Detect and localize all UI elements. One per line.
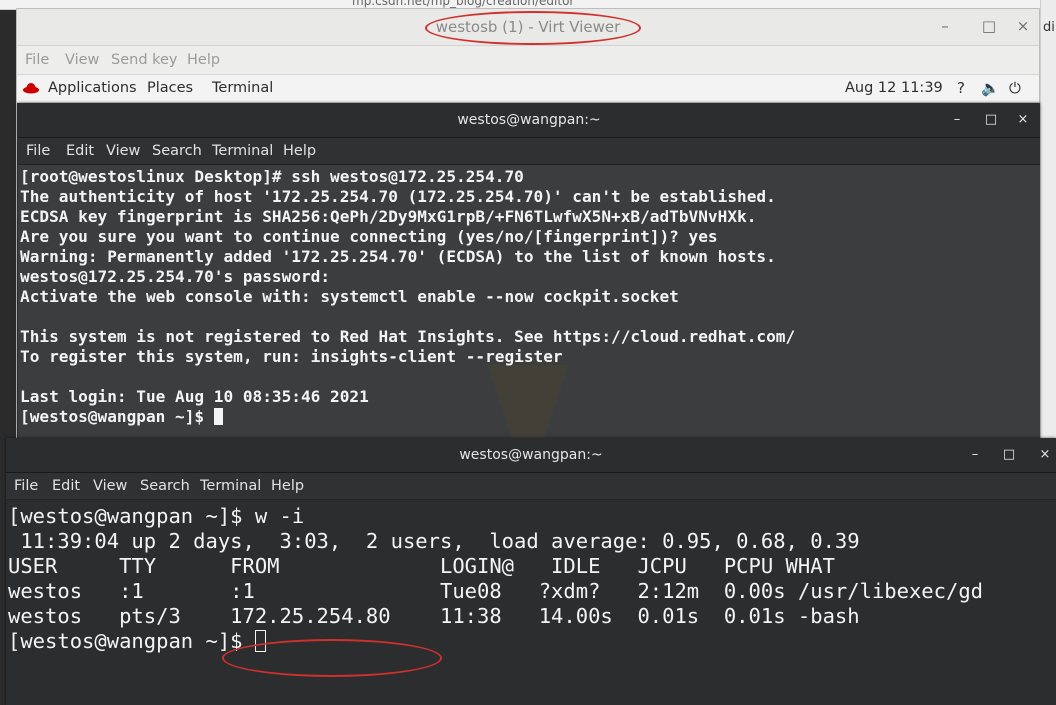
inner-close-button[interactable]: ×	[1014, 103, 1032, 137]
inner-menu-view[interactable]: View	[106, 143, 140, 159]
outer-menu-terminal[interactable]: Terminal	[200, 478, 261, 494]
terminal-line: To register this system, run: insights-c…	[20, 347, 563, 366]
terminal-line: This system is not registered to Red Hat…	[20, 327, 796, 346]
outer-menu-view[interactable]: View	[93, 478, 127, 494]
terminal-line: ECDSA key fingerprint is SHA256:QePh/2Dy…	[20, 207, 757, 226]
outer-maximize-button[interactable]: □	[1000, 438, 1018, 472]
menu-file[interactable]: File	[25, 52, 49, 68]
terminal-menu[interactable]: Terminal	[212, 80, 273, 96]
inner-menu-help[interactable]: Help	[283, 143, 316, 159]
desktop-logo-watermark	[488, 365, 568, 440]
outer-terminal-titlebar[interactable]: westos@wangpan:~ – □ ×	[6, 438, 1056, 473]
inner-terminal-output[interactable]: [root@westoslinux Desktop]# ssh westos@1…	[18, 165, 1040, 440]
inner-menu-search[interactable]: Search	[152, 143, 202, 159]
inner-maximize-button[interactable]: □	[982, 103, 1000, 137]
terminal-line: Last login: Tue Aug 10 08:35:46 2021	[20, 387, 369, 406]
terminal-prompt: [westos@wangpan ~]$	[8, 629, 255, 653]
maximize-button[interactable]: □	[979, 17, 999, 35]
terminal-line: USER TTY FROM LOGIN@ IDLE JCPU PCPU WHAT	[8, 554, 835, 578]
minimize-button[interactable]: –	[935, 17, 955, 35]
menu-view[interactable]: View	[65, 52, 99, 68]
places-menu[interactable]: Places	[147, 80, 193, 96]
inner-terminal-titlebar[interactable]: westos@wangpan:~ – □ ×	[18, 103, 1040, 138]
annotation-circle-title	[425, 11, 641, 45]
inner-menu-edit[interactable]: Edit	[66, 143, 94, 159]
virt-viewer-window: westosb (1) - Virt Viewer – □ × File Vie…	[16, 8, 1040, 440]
gnome-top-bar: Applications Places Terminal Aug 12 11:3…	[17, 75, 1039, 103]
terminal-prompt-line: [westos@wangpan ~]$	[8, 629, 266, 653]
outer-menu-search[interactable]: Search	[140, 478, 190, 494]
terminal-line: The authenticity of host '172.25.254.70 …	[20, 187, 776, 206]
terminal-line: 11:39:04 up 2 days, 3:03, 2 users, load …	[8, 529, 860, 553]
outer-terminal-menubar: File Edit View Search Terminal Help	[6, 473, 1056, 500]
outer-menu-help[interactable]: Help	[271, 478, 304, 494]
terminal-prompt-line: [westos@wangpan ~]$	[20, 407, 223, 426]
outer-minimize-button[interactable]: –	[966, 438, 984, 472]
virt-viewer-menubar: File View Send key Help	[17, 46, 1039, 75]
inner-terminal-title: westos@wangpan:~	[457, 112, 601, 128]
close-button[interactable]: ×	[1013, 17, 1033, 35]
volume-icon[interactable]: 🔈	[981, 79, 1000, 97]
terminal-line: westos :1 :1 Tue08 ?xdm? 2:12m 0.00s /us…	[8, 579, 984, 603]
redhat-icon	[23, 83, 39, 94]
terminal-line: [westos@wangpan ~]$ w -i	[8, 504, 305, 528]
virt-viewer-titlebar[interactable]: westosb (1) - Virt Viewer – □ ×	[17, 9, 1039, 46]
inner-terminal-window: westos@wangpan:~ – □ × File Edit View Se…	[18, 103, 1040, 440]
text-cursor	[213, 408, 223, 425]
vm-desktop: westos@wangpan:~ – □ × File Edit View Se…	[17, 103, 1040, 440]
power-icon[interactable]: ⏻	[1009, 79, 1021, 97]
applications-menu[interactable]: Applications	[48, 80, 137, 96]
terminal-prompt: [westos@wangpan ~]$	[20, 407, 214, 426]
terminal-line: Are you sure you want to continue connec…	[20, 227, 718, 246]
outer-terminal-output[interactable]: [westos@wangpan ~]$ w -i 11:39:04 up 2 d…	[6, 500, 1056, 705]
inner-menu-terminal[interactable]: Terminal	[212, 143, 273, 159]
terminal-line: Warning: Permanently added '172.25.254.7…	[20, 247, 776, 266]
clock[interactable]: Aug 12 11:39	[845, 80, 943, 96]
terminal-line: westos pts/3 172.25.254.80 11:38 14.00s …	[8, 604, 860, 628]
menu-send-key[interactable]: Send key	[111, 52, 178, 68]
terminal-line: westos@172.25.254.70's password:	[20, 267, 331, 286]
browser-url: mp.csdn.net/mp_blog/creation/editor	[352, 0, 575, 8]
inner-terminal-menubar: File Edit View Search Terminal Help	[18, 138, 1040, 165]
menu-help[interactable]: Help	[187, 52, 220, 68]
outer-menu-file[interactable]: File	[14, 478, 38, 494]
help-icon[interactable]: ?	[957, 79, 965, 97]
outer-close-button[interactable]: ×	[1036, 438, 1054, 472]
outer-menu-edit[interactable]: Edit	[52, 478, 80, 494]
background-window-edge: din	[1040, 0, 1056, 440]
outer-terminal-window: westos@wangpan:~ – □ × File Edit View Se…	[6, 438, 1056, 705]
inner-minimize-button[interactable]: –	[948, 103, 966, 137]
inner-menu-file[interactable]: File	[26, 143, 50, 159]
background-window-text: din	[1043, 20, 1056, 35]
outer-terminal-title: westos@wangpan:~	[459, 447, 603, 463]
annotation-circle-ip	[222, 639, 442, 677]
terminal-line: [root@westoslinux Desktop]# ssh westos@1…	[20, 167, 524, 186]
terminal-line: Activate the web console with: systemctl…	[20, 287, 679, 306]
